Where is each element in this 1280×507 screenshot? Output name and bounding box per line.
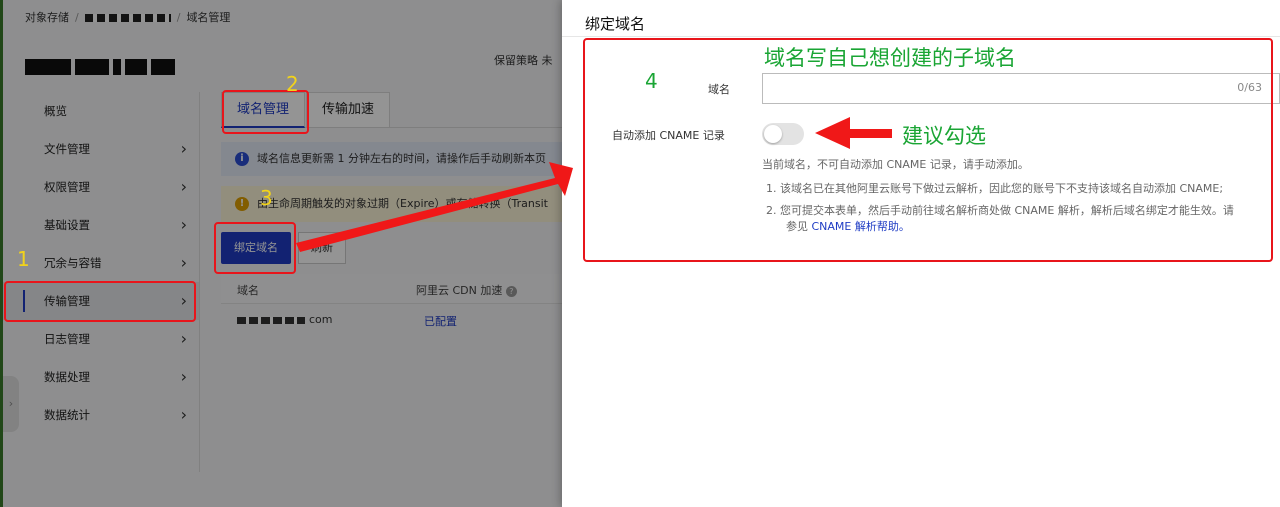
cname-note-3: 参见 CNAME 解析帮助。 [786, 217, 910, 237]
domain-char-counter: 0/63 [1237, 81, 1262, 94]
bind-domain-drawer: 绑定域名 域名 0/63 自动添加 CNAME 记录 当前域名，不可自动添加 C… [562, 0, 1280, 507]
cname-auto-add-toggle[interactable] [762, 123, 804, 145]
drawer-title: 绑定域名 [585, 15, 646, 33]
cname-note-3-prefix: 参见 [786, 220, 812, 233]
toggle-knob [764, 125, 782, 143]
cname-note-1: 1. 该域名已在其他阿里云账号下做过云解析，因此您的账号下不支持该域名自动添加 … [766, 182, 1224, 195]
cname-hint: 当前域名，不可自动添加 CNAME 记录，请手动添加。 [762, 158, 1029, 171]
cname-field-label: 自动添加 CNAME 记录 [612, 129, 725, 142]
modal-overlay[interactable] [0, 0, 562, 507]
cname-help-link[interactable]: CNAME 解析帮助。 [812, 220, 910, 233]
drawer-divider [562, 36, 1280, 37]
domain-field-label: 域名 [708, 83, 730, 96]
domain-input[interactable] [762, 73, 1280, 104]
